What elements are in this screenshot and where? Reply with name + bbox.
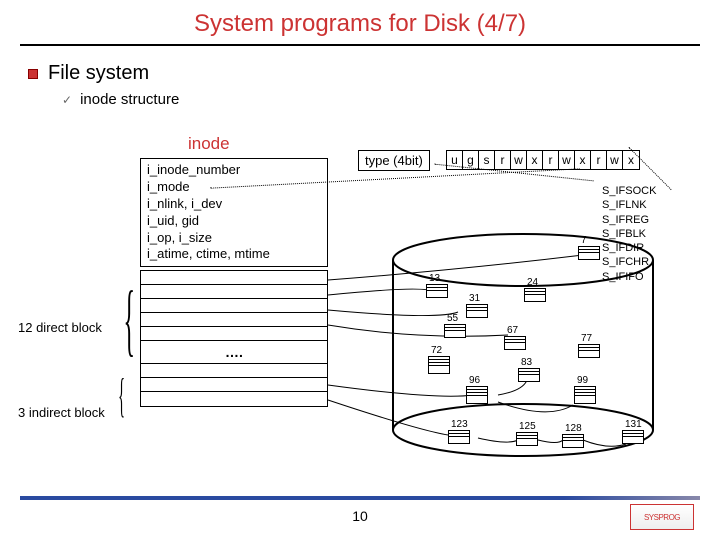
page-number: 10 xyxy=(0,508,720,524)
disk-block: 128 xyxy=(562,434,584,448)
inode-fields-box: i_inode_number i_mode i_nlink, i_dev i_u… xyxy=(140,158,328,267)
bullet-inode-structure: ✓ inode structure xyxy=(62,91,720,108)
brace-icon: { xyxy=(118,368,125,423)
disk-block: 67 xyxy=(504,336,526,350)
brace-icon: { xyxy=(123,275,135,366)
inode-header: inode xyxy=(188,134,230,154)
perm-x: x xyxy=(575,151,591,169)
perm-w: w xyxy=(511,151,527,169)
title-rule xyxy=(20,44,700,46)
type-reg: S_IFREG xyxy=(602,213,656,227)
bullet-file-system: File system xyxy=(28,62,720,85)
sub-bullet-text: inode structure xyxy=(80,91,179,108)
disk-block: 31 xyxy=(466,304,488,318)
disk-block: 125 xyxy=(516,432,538,446)
field-uid-gid: i_uid, gid xyxy=(147,213,321,230)
disk-block: 83 xyxy=(518,368,540,382)
direct-block-label: 12 direct block xyxy=(18,320,102,335)
perm-w: w xyxy=(559,151,575,169)
logo: SYSPROG xyxy=(630,504,694,530)
field-nlink-dev: i_nlink, i_dev xyxy=(147,196,321,213)
perm-x: x xyxy=(527,151,543,169)
field-op-size: i_op, i_size xyxy=(147,230,321,247)
bullet-square-icon xyxy=(28,69,38,79)
disk-block: 99 xyxy=(574,386,596,404)
type-sock: S_IFSOCK xyxy=(602,184,656,198)
indirect-block-label: 3 indirect block xyxy=(18,405,105,420)
disk-block: 72 xyxy=(428,356,450,374)
perm-r: r xyxy=(543,151,559,169)
type-box: type (4bit) xyxy=(358,150,430,171)
field-times: i_atime, ctime, mtime xyxy=(147,246,321,263)
disk-block: 7 xyxy=(578,246,600,260)
ellipsis: …. xyxy=(141,341,327,364)
perm-r: r xyxy=(495,151,511,169)
check-icon: ✓ xyxy=(62,93,72,107)
disk-block: 131 xyxy=(622,430,644,444)
bullet-text: File system xyxy=(48,62,149,85)
disk-block: 24 xyxy=(524,288,546,302)
disk-block: 55 xyxy=(444,324,466,338)
disk-block: 96 xyxy=(466,386,488,404)
type-lnk: S_IFLNK xyxy=(602,198,656,212)
perm-s: s xyxy=(479,151,495,169)
disk-diagram: 7 13 24 31 55 67 77 72 83 96 99 123 125 … xyxy=(378,230,668,460)
disk-block: 123 xyxy=(448,430,470,444)
perm-r: r xyxy=(591,151,607,169)
disk-block: 77 xyxy=(578,344,600,358)
disk-block: 13 xyxy=(426,284,448,298)
field-inode-number: i_inode_number xyxy=(147,162,321,179)
footer-rule xyxy=(20,496,700,500)
slide-title: System programs for Disk (4/7) xyxy=(0,0,720,44)
perm-w: w xyxy=(607,151,623,169)
block-pointers-box: …. xyxy=(140,270,328,407)
